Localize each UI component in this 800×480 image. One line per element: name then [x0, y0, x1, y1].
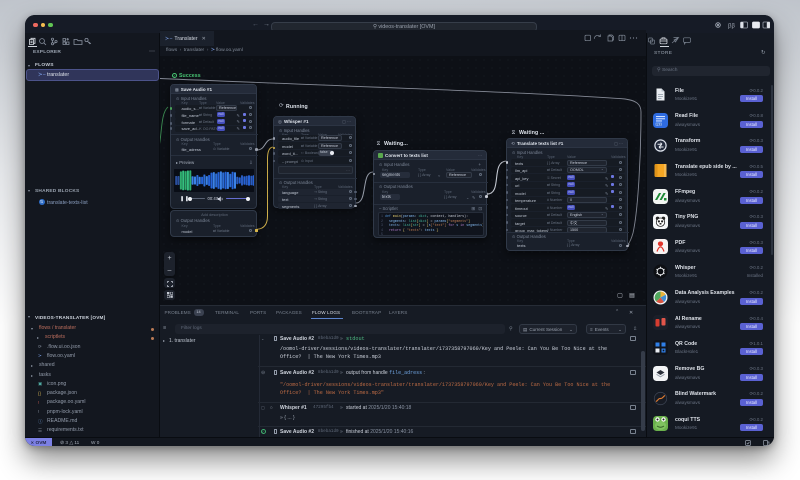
svg-text:FILE: FILE: [656, 122, 662, 126]
svg-text:ββ: ββ: [728, 23, 735, 29]
